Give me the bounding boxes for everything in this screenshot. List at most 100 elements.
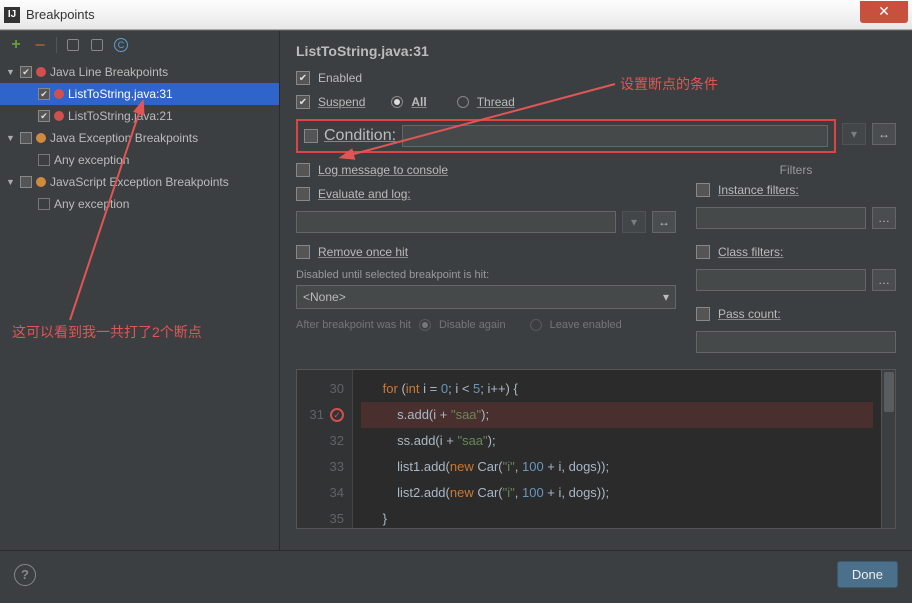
checkbox[interactable]: [20, 66, 32, 78]
breakpoint-marker-icon[interactable]: [330, 408, 344, 422]
remove-label: Remove once hit: [318, 245, 408, 259]
tree-item-js-any-exception[interactable]: Any exception: [0, 193, 279, 215]
checkbox[interactable]: [38, 88, 50, 100]
class-filters-browse-button[interactable]: …: [872, 269, 896, 291]
instance-filters-browse-button[interactable]: …: [872, 207, 896, 229]
breakpoint-icon: [54, 89, 64, 99]
group-label: Java Line Breakpoints: [50, 65, 168, 79]
enabled-row[interactable]: Enabled: [296, 71, 896, 85]
separator: [56, 37, 57, 53]
disabled-until-label: Disabled until selected breakpoint is hi…: [296, 269, 676, 281]
condition-label: Condition:: [324, 127, 396, 145]
class-filters-input[interactable]: [696, 269, 866, 291]
evaluate-row[interactable]: Evaluate and log:: [296, 187, 676, 201]
select-value: <None>: [303, 290, 346, 304]
logmsg-label: Log message to console: [318, 163, 448, 177]
filters-heading: Filters: [696, 163, 896, 177]
code-scrollbar[interactable]: [881, 370, 895, 528]
condition-input[interactable]: [402, 125, 828, 147]
window-title: Breakpoints: [26, 7, 860, 22]
breakpoint-tree: ▼ Java Line Breakpoints ListToString.jav…: [0, 59, 279, 217]
disabled-until-select[interactable]: <None> ▾: [296, 285, 676, 309]
suspend-row: Suspend All Thread: [296, 95, 896, 109]
unchecked-box-icon[interactable]: [38, 198, 50, 210]
evaluate-input[interactable]: [296, 211, 616, 233]
chevron-down-icon: ▾: [663, 290, 669, 304]
remove-checkbox[interactable]: [296, 245, 310, 259]
group-icon[interactable]: C: [113, 37, 129, 53]
class-filters-checkbox[interactable]: [696, 245, 710, 259]
done-button[interactable]: Done: [837, 561, 898, 588]
remove-icon[interactable]: −: [32, 37, 48, 53]
thread-radio[interactable]: [457, 96, 469, 108]
instance-filters-row[interactable]: Instance filters:: [696, 183, 896, 197]
paste-icon[interactable]: [89, 37, 105, 53]
all-label: All: [411, 95, 426, 109]
evaluate-checkbox[interactable]: [296, 187, 310, 201]
tree-group-js-exception[interactable]: ▼ JavaScript Exception Breakpoints: [0, 171, 279, 193]
chevron-down-icon: ▼: [6, 177, 16, 187]
tree-group-java-exception[interactable]: ▼ Java Exception Breakpoints: [0, 127, 279, 149]
checkbox[interactable]: [20, 132, 32, 144]
add-icon[interactable]: +: [8, 37, 24, 53]
group-label: JavaScript Exception Breakpoints: [50, 175, 229, 189]
tree-toolbar: + − C: [0, 31, 279, 59]
dialog-footer: ? Done: [0, 550, 912, 598]
exception-breakpoint-icon: [36, 177, 46, 187]
thread-label: Thread: [477, 95, 515, 109]
copy-icon[interactable]: [65, 37, 81, 53]
code-preview: 30 31 32 33 34 35 for (int i = 0; i < 5;…: [296, 369, 896, 529]
breakpoint-icon: [54, 111, 64, 121]
disable-again-radio[interactable]: [419, 319, 431, 331]
item-label: Any exception: [54, 153, 129, 167]
exception-breakpoint-icon: [36, 133, 46, 143]
chevron-down-icon: ▼: [6, 67, 16, 77]
code-gutter: 30 31 32 33 34 35: [297, 370, 353, 528]
suspend-label: Suspend: [318, 95, 365, 109]
tree-item-any-exception[interactable]: Any exception: [0, 149, 279, 171]
breakpoint-detail-panel: ListToString.java:31 Enabled Suspend All…: [280, 31, 912, 550]
checkbox[interactable]: [20, 176, 32, 188]
condition-expand-button[interactable]: ↔: [872, 123, 896, 145]
tree-item-bp21[interactable]: ListToString.java:21: [0, 105, 279, 127]
after-hit-label: After breakpoint was hit: [296, 319, 411, 331]
remove-once-hit-row[interactable]: Remove once hit: [296, 245, 676, 259]
instance-filters-checkbox[interactable]: [696, 183, 710, 197]
class-filters-row[interactable]: Class filters:: [696, 245, 896, 259]
condition-row: Condition:: [296, 119, 836, 153]
logmsg-checkbox[interactable]: [296, 163, 310, 177]
breakpoint-icon: [36, 67, 46, 77]
help-button[interactable]: ?: [14, 564, 36, 586]
condition-checkbox[interactable]: [304, 129, 318, 143]
close-button[interactable]: ✕: [860, 1, 908, 23]
evaluate-expand-button[interactable]: ↔: [652, 211, 676, 233]
all-radio[interactable]: [391, 96, 403, 108]
tree-item-bp31[interactable]: ListToString.java:31: [0, 83, 279, 105]
chevron-down-icon: ▼: [6, 133, 16, 143]
class-filters-label: Class filters:: [718, 245, 783, 259]
group-label: Java Exception Breakpoints: [50, 131, 198, 145]
evaluate-history-button[interactable]: ▾: [622, 211, 646, 233]
tree-group-java-line[interactable]: ▼ Java Line Breakpoints: [0, 61, 279, 83]
after-hit-row: After breakpoint was hit Disable again L…: [296, 319, 676, 331]
pass-count-row[interactable]: Pass count:: [696, 307, 896, 321]
leave-enabled-radio[interactable]: [530, 319, 542, 331]
evaluate-label: Evaluate and log:: [318, 187, 411, 201]
item-label: Any exception: [54, 197, 129, 211]
logmsg-row[interactable]: Log message to console: [296, 163, 676, 177]
code-lines: for (int i = 0; i < 5; i++) { s.add(i + …: [353, 370, 881, 528]
instance-filters-label: Instance filters:: [718, 183, 799, 197]
item-label: ListToString.java:31: [68, 87, 173, 101]
item-label: ListToString.java:21: [68, 109, 173, 123]
breakpoint-title: ListToString.java:31: [296, 43, 896, 59]
breakpoint-tree-panel: + − C ▼ Java Line Breakpoints ListToStri…: [0, 31, 280, 550]
enabled-checkbox[interactable]: [296, 71, 310, 85]
checkbox[interactable]: [38, 110, 50, 122]
pass-count-input[interactable]: [696, 331, 896, 353]
pass-count-checkbox[interactable]: [696, 307, 710, 321]
app-icon: IJ: [4, 7, 20, 23]
condition-history-button[interactable]: ▾: [842, 123, 866, 145]
instance-filters-input[interactable]: [696, 207, 866, 229]
unchecked-box-icon[interactable]: [38, 154, 50, 166]
suspend-checkbox[interactable]: [296, 95, 310, 109]
